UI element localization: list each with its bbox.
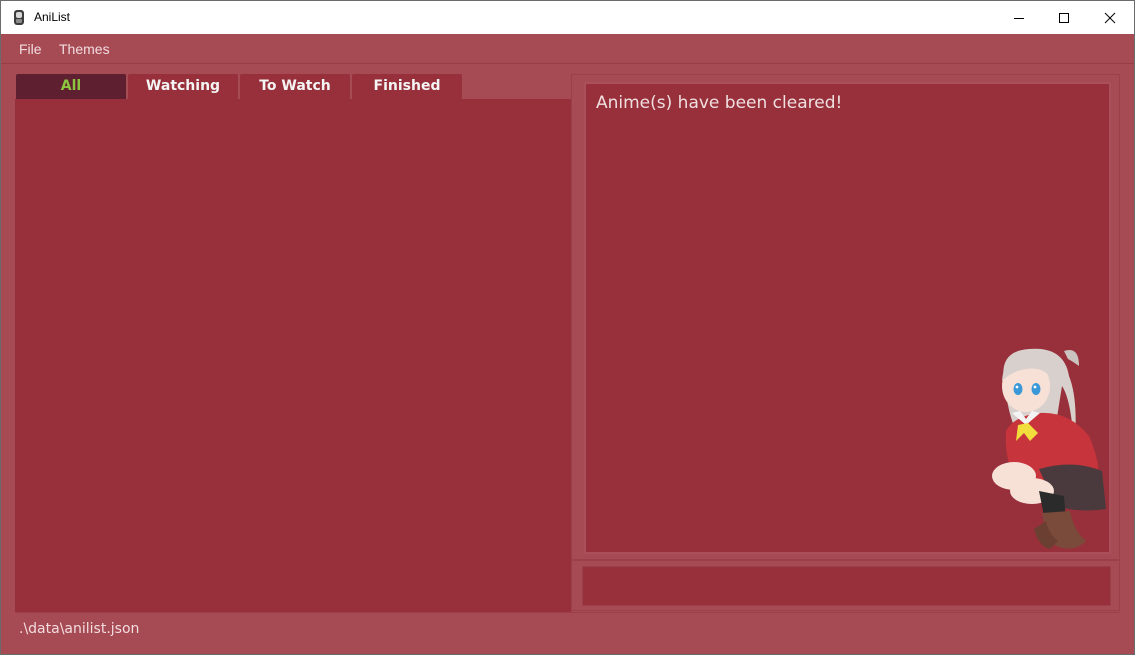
tab-finished[interactable]: Finished: [352, 74, 462, 99]
tab-all[interactable]: All: [16, 74, 126, 99]
anime-list-panel: All Watching To Watch Finished: [15, 73, 572, 612]
panel-divider: [572, 559, 1119, 561]
status-bar: .\data\anilist.json: [15, 612, 1120, 642]
status-file-path: .\data\anilist.json: [19, 621, 140, 637]
anime-list[interactable]: [15, 99, 571, 612]
app-window: AniList File Themes All Watching To Watc…: [0, 0, 1135, 655]
window-title: AniList: [34, 10, 71, 24]
tab-to-watch[interactable]: To Watch: [240, 74, 350, 99]
close-button[interactable]: [1087, 1, 1133, 34]
anilist-app-icon: [14, 10, 24, 25]
maximize-icon: [1059, 12, 1069, 23]
menu-themes[interactable]: Themes: [59, 41, 110, 57]
result-message: Anime(s) have been cleared!: [596, 93, 843, 113]
minimize-button[interactable]: [996, 1, 1042, 34]
maximize-button[interactable]: [1041, 1, 1087, 34]
tab-watching[interactable]: Watching: [128, 74, 238, 99]
title-bar: AniList: [1, 1, 1134, 34]
menu-bar: File Themes: [1, 34, 1134, 64]
minimize-icon: [1014, 17, 1024, 19]
command-input[interactable]: [582, 566, 1111, 606]
anime-girl-illustration: [992, 348, 1106, 549]
menu-file[interactable]: File: [19, 41, 42, 57]
main-content: All Watching To Watch Finished Anime(s) …: [4, 65, 1131, 653]
close-icon: [1104, 12, 1116, 23]
